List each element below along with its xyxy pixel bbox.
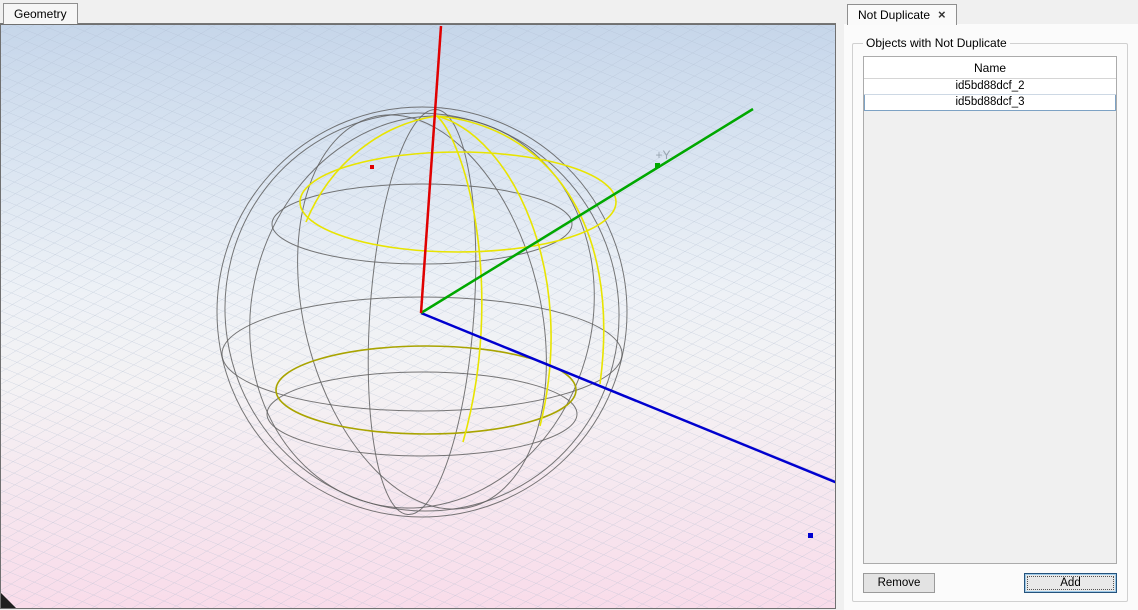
- table-header-name: Name: [864, 57, 1116, 79]
- blue-marker: [808, 533, 813, 538]
- panel-content: Objects with Not Duplicate Name id5bd88d…: [844, 24, 1138, 610]
- tab-geometry[interactable]: Geometry: [3, 3, 78, 24]
- left-tabbar: Geometry: [0, 0, 836, 24]
- not-duplicate-pane: Not Duplicate × Objects with Not Duplica…: [844, 0, 1138, 610]
- 3d-scene: +Y: [0, 24, 836, 609]
- table-row[interactable]: id5bd88dcf_3: [864, 95, 1116, 111]
- red-marker: [370, 165, 374, 169]
- ground-grid: [0, 24, 836, 609]
- geometry-pane: Geometry: [0, 0, 836, 610]
- groupbox-title: Objects with Not Duplicate: [863, 36, 1010, 50]
- objects-groupbox: Objects with Not Duplicate Name id5bd88d…: [852, 36, 1128, 602]
- app-window: Geometry: [0, 0, 1138, 610]
- tab-not-duplicate[interactable]: Not Duplicate ×: [847, 4, 957, 25]
- geometry-viewport[interactable]: +Y: [0, 24, 836, 609]
- right-tabbar: Not Duplicate ×: [844, 0, 1138, 24]
- close-icon[interactable]: ×: [938, 10, 946, 20]
- tab-geometry-label: Geometry: [14, 7, 67, 21]
- remove-button[interactable]: Remove: [863, 573, 935, 593]
- table-row[interactable]: id5bd88dcf_2: [864, 79, 1116, 95]
- splitter[interactable]: [836, 0, 844, 610]
- button-row: Remove Add: [863, 573, 1117, 593]
- y-axis-label: +Y: [655, 148, 670, 162]
- green-marker: [655, 163, 660, 168]
- objects-table[interactable]: Name id5bd88dcf_2 id5bd88dcf_3: [863, 56, 1117, 564]
- tab-not-duplicate-label: Not Duplicate: [858, 8, 930, 22]
- add-button[interactable]: Add: [1024, 573, 1117, 593]
